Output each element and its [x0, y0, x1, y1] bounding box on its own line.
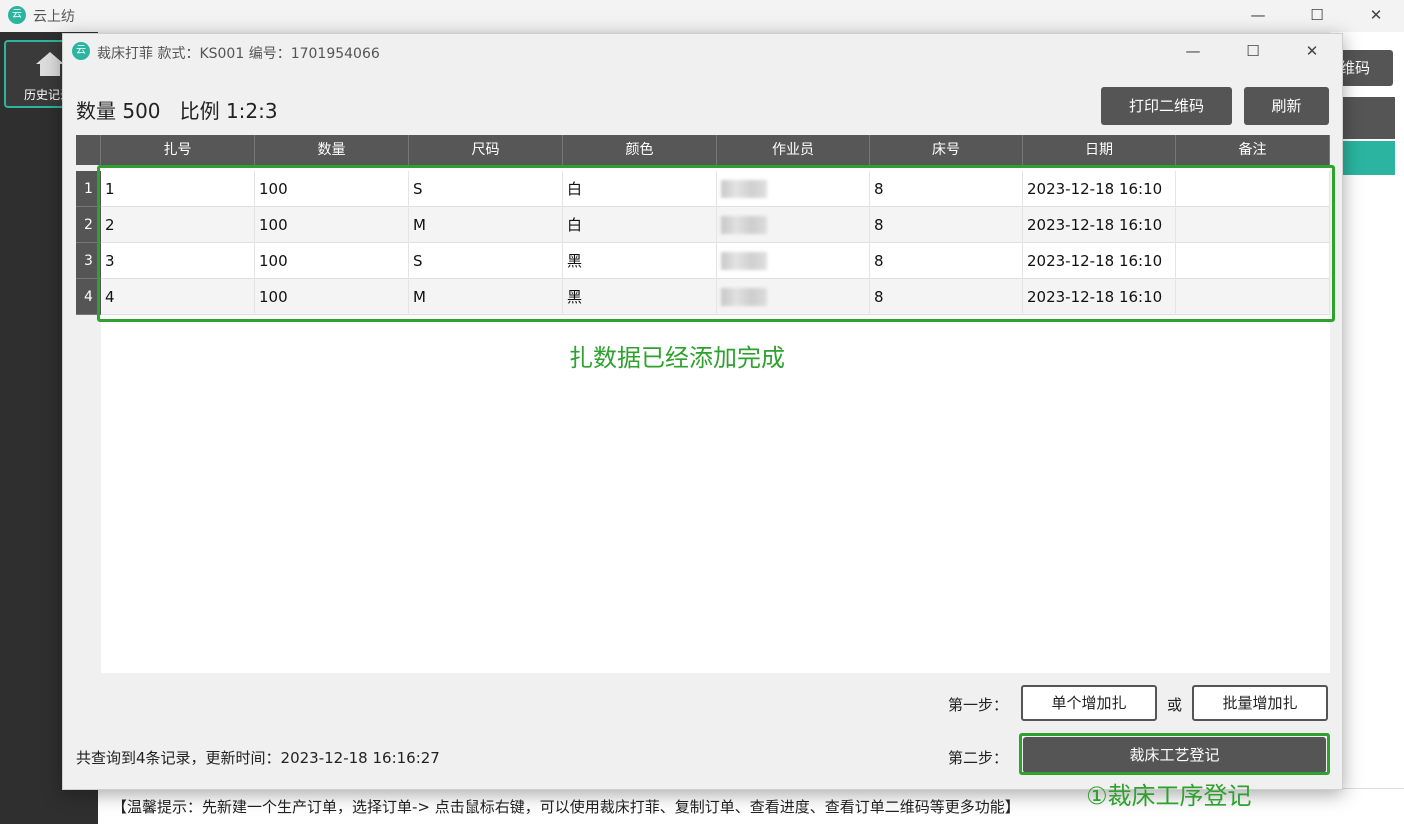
column-header[interactable]: 尺码 — [409, 135, 563, 165]
dialog-minimize-icon[interactable]: — — [1173, 36, 1213, 66]
app-logo-icon: 云 — [8, 6, 26, 24]
column-header[interactable]: 数量 — [255, 135, 409, 165]
register-highlight-box — [1019, 733, 1330, 775]
add-single-bundle-button[interactable]: 单个增加扎 — [1021, 685, 1157, 721]
quantity-ratio-summary: 数量 500 比例 1:2:3 — [76, 99, 278, 123]
column-header[interactable]: 床号 — [870, 135, 1023, 165]
dialog-maximize-icon[interactable]: ☐ — [1233, 36, 1273, 66]
register-annotation: ①裁床工序登记 — [1086, 782, 1252, 810]
main-window-title: 云上纺 — [33, 9, 75, 25]
refresh-button[interactable]: 刷新 — [1244, 87, 1329, 125]
step1-label: 第一步： — [948, 696, 1009, 714]
rows-highlight-box — [97, 165, 1335, 322]
column-header[interactable]: 颜色 — [563, 135, 717, 165]
table-corner — [76, 135, 101, 165]
dialog-logo-icon: 云 — [72, 42, 90, 60]
cutting-dialog: 云 裁床打菲 款式：KS001 编号：1701954066 — ☐ ✕ 数量 5… — [62, 33, 1343, 790]
home-icon — [36, 52, 64, 64]
print-qr-button[interactable]: 打印二维码 — [1101, 87, 1232, 125]
dialog-title: 裁床打菲 款式：KS001 编号：1701954066 — [97, 46, 380, 62]
rows-done-annotation: 扎数据已经添加完成 — [569, 344, 785, 372]
dialog-close-icon[interactable]: ✕ — [1292, 36, 1332, 66]
close-icon[interactable]: ✕ — [1356, 0, 1396, 32]
add-batch-bundle-button[interactable]: 批量增加扎 — [1192, 685, 1328, 721]
step2-label: 第二步： — [948, 749, 1009, 767]
column-header[interactable]: 备注 — [1176, 135, 1330, 165]
or-label: 或 — [1167, 696, 1183, 714]
minimize-icon[interactable]: — — [1238, 0, 1278, 32]
main-titlebar: 云 云上纺 — ☐ ✕ — [0, 0, 1404, 32]
tip-text: 【温馨提示：先新建一个生产订单，选择订单-> 点击鼠标右键，可以使用裁床打菲、复… — [112, 798, 1020, 816]
column-header[interactable]: 作业员 — [717, 135, 870, 165]
column-header[interactable]: 扎号 — [101, 135, 255, 165]
column-header[interactable]: 日期 — [1023, 135, 1176, 165]
maximize-icon[interactable]: ☐ — [1297, 0, 1337, 32]
status-text: 共查询到4条记录，更新时间：2023-12-18 16:16:27 — [76, 749, 440, 767]
